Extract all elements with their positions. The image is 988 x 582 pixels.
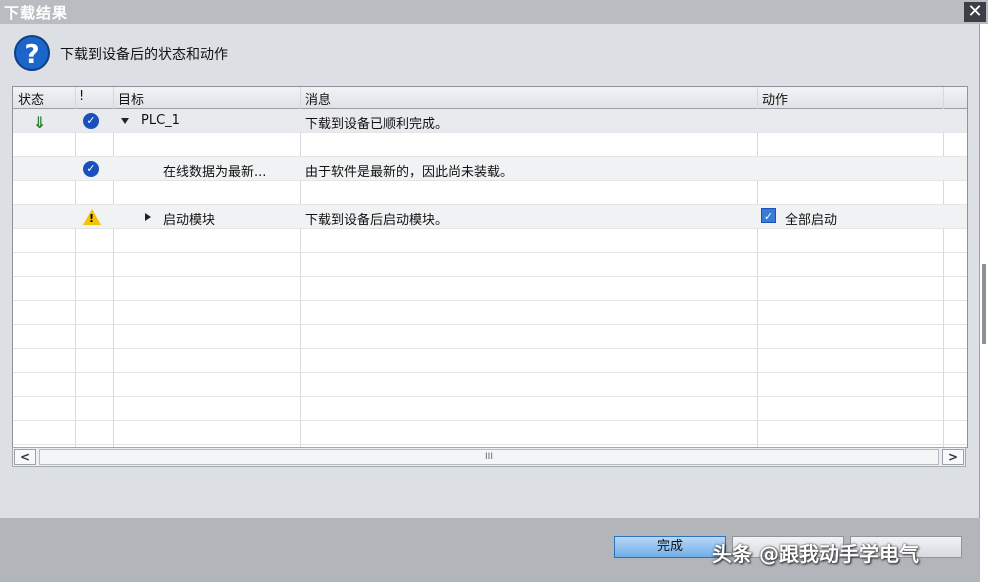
column-action[interactable]: 动作	[762, 89, 788, 108]
row-target: 在线数据为最新...	[163, 165, 267, 180]
table-row	[13, 229, 967, 253]
row-target: 启动模块	[163, 213, 216, 228]
dialog-heading: 下载到设备后的状态和动作	[60, 47, 228, 63]
check-warning-icon: ✓	[83, 113, 99, 129]
question-icon: ?	[14, 35, 50, 71]
expand-icon[interactable]	[145, 213, 151, 221]
table-row	[13, 397, 967, 421]
table-row	[13, 181, 967, 205]
row-target: PLC_1	[141, 113, 180, 128]
close-button[interactable]: ✕	[964, 2, 986, 22]
table-row[interactable]: ✓ 在线数据为最新... 由于软件是最新的，因此尚未装载。	[13, 157, 967, 181]
results-table: 状态 ! 目标 消息 动作 ⇓ ✓ PLC_1 下载到设备已顺利完成。 ✓ 在线…	[12, 86, 968, 448]
table-row	[13, 325, 967, 349]
column-message[interactable]: 消息	[305, 89, 331, 108]
table-row[interactable]: ! 启动模块 下载到设备后启动模块。 ✓ 全部启动	[13, 205, 967, 229]
table-row	[13, 253, 967, 277]
collapse-icon[interactable]	[121, 118, 129, 124]
column-alert[interactable]: !	[79, 89, 84, 104]
download-status-icon: ⇓	[33, 113, 47, 132]
window-title: 下载结果	[4, 4, 69, 22]
row-message: 由于软件是最新的，因此尚未装载。	[305, 165, 514, 180]
table-row	[13, 421, 967, 445]
horizontal-scrollbar[interactable]: < III >	[12, 447, 966, 467]
table-row	[13, 277, 967, 301]
warning-icon: !	[83, 209, 101, 225]
check-icon: ✓	[83, 161, 99, 177]
title-bar: 下载结果 ✕	[0, 0, 988, 24]
scroll-right-button[interactable]: >	[942, 449, 964, 465]
done-button[interactable]: 完成	[614, 536, 726, 558]
scroll-thumb[interactable]: III	[39, 449, 939, 465]
table-header: 状态 ! 目标 消息 动作	[13, 87, 967, 109]
scroll-left-button[interactable]: <	[14, 449, 36, 465]
start-all-label: 全部启动	[785, 213, 838, 228]
start-all-checkbox[interactable]: ✓	[761, 208, 776, 223]
row-message: 下载到设备已顺利完成。	[305, 117, 449, 132]
column-status[interactable]: 状态	[18, 89, 44, 108]
watermark: 头条 @跟我动手学电气	[712, 542, 919, 566]
table-row	[13, 133, 967, 157]
table-row	[13, 349, 967, 373]
column-target[interactable]: 目标	[118, 89, 144, 108]
table-row[interactable]: ⇓ ✓ PLC_1 下载到设备已顺利完成。	[13, 109, 967, 133]
row-message: 下载到设备后启动模块。	[305, 213, 449, 228]
table-row	[13, 373, 967, 397]
right-edge-strip	[979, 24, 988, 582]
table-row	[13, 301, 967, 325]
